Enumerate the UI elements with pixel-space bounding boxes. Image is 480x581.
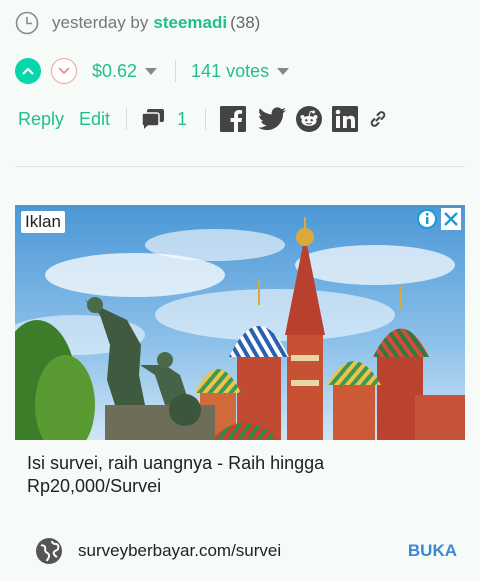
caret-down-icon: [145, 67, 158, 75]
vote-bar: $0.62 141 votes: [15, 58, 290, 84]
post-time: yesterday by: [52, 13, 149, 32]
downvote-button[interactable]: [51, 58, 77, 84]
vote-count: 141 votes: [191, 60, 270, 81]
ad-banner[interactable]: Iklan: [15, 205, 465, 440]
link-icon[interactable]: [368, 109, 388, 129]
separator: [126, 108, 128, 130]
chevron-up-icon: [22, 67, 34, 75]
divider: [15, 166, 465, 167]
edit-link[interactable]: Edit: [79, 109, 110, 130]
comments-icon: [141, 109, 165, 129]
payout-value: $0.62: [92, 60, 138, 81]
author-link[interactable]: steemadi: [153, 13, 227, 33]
reddit-icon[interactable]: [296, 106, 323, 132]
ad-url[interactable]: surveyberbayar.com/survei: [78, 541, 408, 561]
ad-title[interactable]: Isi survei, raih uangnya - Raih hingga R…: [27, 452, 447, 498]
ad-image: [15, 205, 465, 440]
share-buttons: [220, 106, 398, 132]
upvote-button[interactable]: [15, 58, 41, 84]
twitter-icon[interactable]: [258, 107, 287, 131]
separator: [205, 108, 207, 130]
linkedin-icon[interactable]: [332, 106, 359, 132]
facebook-icon[interactable]: [220, 106, 248, 132]
globe-icon: [36, 538, 62, 564]
open-ad-button[interactable]: BUKA: [408, 541, 457, 561]
ad-info-icon[interactable]: [416, 208, 438, 230]
reply-link[interactable]: Reply: [18, 109, 64, 130]
caret-down-icon: [277, 67, 290, 75]
chevron-down-icon: [58, 67, 70, 75]
post-actions: Reply Edit 1: [18, 104, 398, 134]
close-icon[interactable]: [441, 208, 461, 230]
payout-dropdown[interactable]: $0.62: [92, 60, 158, 82]
author-reputation: (38): [230, 13, 261, 32]
separator: [175, 60, 177, 82]
ad-label: Iklan: [21, 211, 65, 233]
clock-icon: [15, 11, 39, 35]
ad-footer: surveyberbayar.com/survei BUKA: [35, 537, 457, 565]
comments-link[interactable]: 1: [141, 108, 187, 130]
comment-count: 1: [177, 108, 188, 129]
post-meta: yesterday by steemadi (38): [15, 10, 260, 36]
voters-dropdown[interactable]: 141 votes: [191, 60, 290, 82]
